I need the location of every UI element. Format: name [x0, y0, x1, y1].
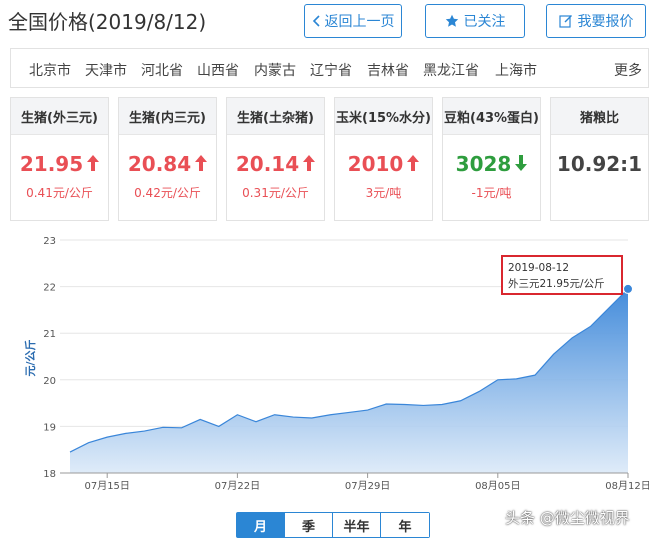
card-change: 0.41元/公斤 — [26, 186, 93, 200]
period-tabs: 月 季 半年 年 — [236, 512, 430, 538]
card-value: 2010 — [347, 152, 404, 176]
price-card-soymeal[interactable]: 豆粕(43%蛋白) 3028 -1元/吨 — [442, 97, 541, 221]
x-tick-label: 07月15日 — [84, 480, 129, 492]
x-tick-label: 08月12日 — [605, 480, 649, 492]
region-hebei[interactable]: 河北省 — [141, 60, 183, 80]
y-tick-label: 18 — [43, 469, 56, 480]
tooltip-date: 2019-08-12 — [508, 262, 569, 274]
follow-button-label: 已关注 — [463, 14, 506, 30]
y-tick-label: 19 — [43, 422, 56, 433]
y-axis-label: 元/公斤 — [23, 339, 37, 376]
price-card-hog-grain-ratio[interactable]: 猪粮比 10.92:1 — [550, 97, 649, 221]
tab-quarter[interactable]: 季 — [285, 513, 333, 537]
y-tick-label: 20 — [43, 376, 56, 387]
card-title: 生猪(土杂猪) — [227, 98, 324, 135]
back-button[interactable]: 返回上一页 — [304, 4, 402, 38]
card-value: 20.14 — [235, 152, 300, 176]
region-jilin[interactable]: 吉林省 — [367, 60, 409, 80]
tab-year[interactable]: 年 — [381, 513, 429, 537]
watermark: 头条 @微尘微视界 — [505, 509, 630, 527]
star-icon — [445, 14, 459, 28]
card-title: 豆粕(43%蛋白) — [443, 98, 540, 135]
card-title: 生猪(外三元) — [11, 98, 108, 135]
region-liaoning[interactable]: 辽宁省 — [310, 60, 352, 80]
latest-point — [623, 283, 633, 294]
x-tick-label: 07月29日 — [345, 480, 390, 492]
card-title: 生猪(内三元) — [119, 98, 216, 135]
price-area — [70, 288, 628, 473]
region-shanghai[interactable]: 上海市 — [495, 60, 537, 80]
card-change: -1元/吨 — [471, 186, 512, 200]
card-change: 0.42元/公斤 — [134, 186, 201, 200]
x-tick-label: 07月22日 — [215, 480, 260, 492]
chevron-left-icon — [312, 15, 320, 27]
page-title: 全国价格(2019/8/12) — [8, 10, 207, 34]
x-tick-label: 08月05日 — [475, 480, 520, 492]
price-card-tuzazhu[interactable]: 生猪(土杂猪) 20.14 0.31元/公斤 — [226, 97, 325, 221]
tab-half-year[interactable]: 半年 — [333, 513, 381, 537]
card-value: 3028 — [455, 152, 512, 176]
arrow-down-icon — [515, 152, 528, 176]
card-title: 玉米(15%水分) — [335, 98, 432, 135]
region-shanxi[interactable]: 山西省 — [197, 60, 239, 80]
y-tick-label: 22 — [43, 283, 56, 294]
region-neimenggu[interactable]: 内蒙古 — [254, 60, 296, 80]
price-card-waisanyuan[interactable]: 生猪(外三元) 21.95 0.41元/公斤 — [10, 97, 109, 221]
back-button-label: 返回上一页 — [324, 14, 395, 30]
arrow-up-icon — [195, 152, 208, 176]
price-chart[interactable]: 18 19 20 21 22 23 元/公斤 07月15日 07月22日 07月29日 08月05日… — [10, 228, 649, 536]
region-beijing[interactable]: 北京市 — [29, 60, 71, 80]
region-more-link[interactable]: 更多 — [614, 60, 642, 80]
arrow-up-icon — [303, 152, 316, 176]
quote-button[interactable]: 我要报价 — [546, 4, 646, 38]
card-value: 20.84 — [127, 152, 192, 176]
price-card-corn[interactable]: 玉米(15%水分) 2010 3元/吨 — [334, 97, 433, 221]
card-change: 3元/吨 — [365, 186, 402, 200]
region-bar: 北京市 天津市 河北省 山西省 内蒙古 辽宁省 吉林省 黑龙江省 上海市 更多 — [10, 48, 649, 88]
follow-button[interactable]: 已关注 — [425, 4, 525, 38]
edit-icon — [558, 14, 573, 28]
arrow-up-icon — [87, 152, 100, 176]
y-tick-label: 21 — [43, 329, 56, 340]
price-chart-svg: 18 19 20 21 22 23 元/公斤 07月15日 07月22日 07月29日 08月05日… — [23, 236, 649, 492]
region-heilongjiang[interactable]: 黑龙江省 — [423, 60, 479, 80]
arrow-up-icon — [407, 152, 420, 176]
price-card-neisanyuan[interactable]: 生猪(内三元) 20.84 0.42元/公斤 — [118, 97, 217, 221]
card-title: 猪粮比 — [551, 98, 648, 135]
quote-button-label: 我要报价 — [577, 14, 634, 30]
tooltip-value: 外三元21.95元/公斤 — [508, 278, 605, 290]
card-change: 0.31元/公斤 — [242, 186, 309, 200]
card-value: 10.92:1 — [556, 152, 643, 176]
y-tick-label: 23 — [43, 236, 56, 247]
region-tianjin[interactable]: 天津市 — [85, 60, 127, 80]
tab-month[interactable]: 月 — [237, 513, 285, 537]
card-value: 21.95 — [19, 152, 84, 176]
